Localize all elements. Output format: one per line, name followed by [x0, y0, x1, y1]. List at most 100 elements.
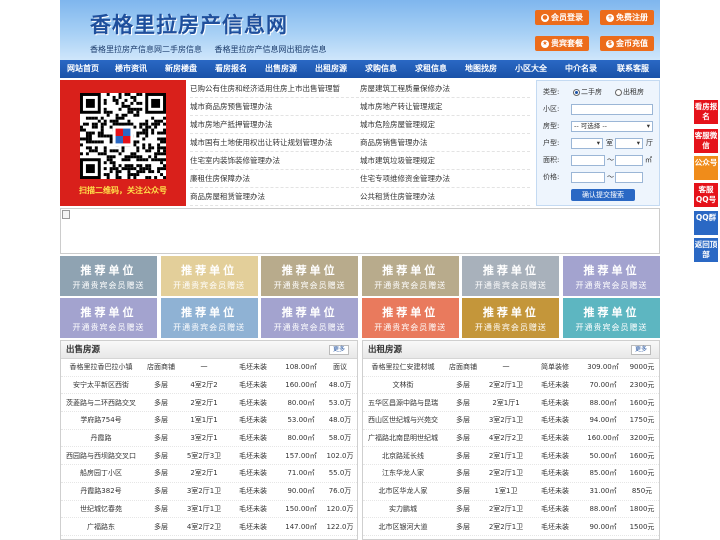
price-min-input[interactable] [571, 172, 605, 183]
price-max-input[interactable] [615, 172, 643, 183]
listing-row[interactable]: 香格里拉仁安建材城 店面商铺 一 简单装修 309.00㎡ 9000元 [363, 359, 659, 377]
nav-item[interactable]: 看房报名 [206, 60, 256, 78]
nav-item[interactable]: 出售房源 [256, 60, 306, 78]
listing-row[interactable]: 广福路北南昆明世纪城 多层 4室2厅2卫 毛坯未装 160.00㎡ 3200元 [363, 430, 659, 448]
float-button[interactable]: QQ群 [694, 211, 718, 235]
policy-link[interactable]: 房屋建筑工程质量保修办法 [360, 80, 530, 97]
listing-row[interactable]: 北市区华龙人家 多层 1室1卫 毛坯未装 31.00㎡ 850元 [363, 483, 659, 501]
hall-select[interactable]: ▾ [615, 138, 643, 149]
recommended-unit-tile[interactable]: 推荐单位 开通贵宾会员赠送 [160, 256, 258, 296]
policy-link[interactable]: 城市商品房预售管理办法 [190, 98, 360, 115]
listing-row[interactable]: 茨菱路与二环西路交叉 多层 2室2厅1 毛坯未装 80.00㎡ 53.0万 [61, 394, 357, 413]
nav-item[interactable]: 新房楼盘 [156, 60, 206, 78]
listing-row[interactable]: 船房园丁小区 多层 2室2厅1 毛坯未装 71.00㎡ 55.0万 [61, 465, 357, 483]
policy-link[interactable]: 城市国有土地使用权出让转让规划管理办法 [190, 134, 360, 151]
area-max-input[interactable] [615, 155, 643, 166]
listing-cell[interactable]: 茨菱路与二环西路交叉 [61, 398, 141, 408]
listing-cell[interactable]: 安宁太平新区西街 [61, 380, 141, 390]
site-logo-title[interactable]: 香格里拉房产信息网 [90, 9, 288, 39]
register-button[interactable]: + 免费注册 [600, 10, 654, 25]
listing-cell[interactable]: 西园路与西坝路交叉口 [61, 451, 141, 461]
recommended-unit-tile[interactable]: 推荐单位 开通贵宾会员赠送 [60, 256, 157, 296]
listing-cell[interactable]: 丹霞路382号 [61, 486, 141, 496]
room-select[interactable]: ▾ [571, 138, 603, 149]
listing-row[interactable]: 北市区银河大道 多层 2室2厅1卫 毛坯未装 90.00㎡ 1500元 [363, 518, 659, 536]
policy-link[interactable]: 廉租住房保障办法 [190, 170, 360, 187]
rent-more-button[interactable]: 更多 [631, 345, 651, 355]
listing-cell[interactable]: 世纪城忆春苑 [61, 504, 141, 514]
listing-cell[interactable]: 西山区世纪城与兴苑交 [363, 415, 443, 425]
nav-item[interactable]: 楼市资讯 [106, 60, 156, 78]
nav-item[interactable]: 求租信息 [406, 60, 456, 78]
policy-link[interactable]: 商品房销售管理办法 [360, 134, 530, 151]
recommended-unit-tile[interactable]: 推荐单位 开通贵宾会员赠送 [261, 298, 359, 338]
policy-link[interactable]: 城市危险房屋管理规定 [360, 116, 530, 133]
listing-row[interactable]: 世纪城忆春苑 多层 3室1厅1卫 毛坯未装 150.00㎡ 120.0万 [61, 501, 357, 519]
recommended-unit-tile[interactable]: 推荐单位 开通贵宾会员赠送 [361, 298, 459, 338]
listing-row[interactable]: 北京路延长线 多层 2室1厅1卫 毛坯未装 50.00㎡ 1600元 [363, 447, 659, 466]
recommended-unit-tile[interactable]: 推荐单位 开通贵宾会员赠送 [462, 256, 560, 296]
recommended-unit-tile[interactable]: 推荐单位 开通贵宾会员赠送 [160, 298, 258, 338]
recommended-unit-tile[interactable]: 推荐单位 开通贵宾会员赠送 [462, 298, 560, 338]
policy-link[interactable]: 已购公有住房和经济适用住房上市出售管理暂 [190, 80, 360, 97]
recommended-unit-tile[interactable]: 推荐单位 开通贵宾会员赠送 [361, 256, 459, 296]
policy-link[interactable]: 城市房地产抵押管理办法 [190, 116, 360, 133]
float-button[interactable]: 公众号 [694, 156, 718, 180]
listing-cell[interactable]: 香格里拉仁安建材城 [363, 362, 443, 372]
listing-cell[interactable]: 广福路东 [61, 522, 141, 532]
float-button[interactable]: 客服微信 [694, 129, 718, 153]
nav-item[interactable]: 出租房源 [306, 60, 356, 78]
nav-item[interactable]: 网站首页 [60, 60, 106, 78]
search-submit-button[interactable]: 确认提交搜索 [571, 189, 635, 201]
listing-row[interactable]: 五华区昌源中路与昆瑞 多层 2室1厅1 毛坯未装 88.00㎡ 1600元 [363, 394, 659, 413]
subtitle-link-sale[interactable]: 香格里拉房产信息网二手房信息 [90, 45, 202, 54]
nav-item[interactable]: 地图找房 [456, 60, 506, 78]
policy-link[interactable]: 商品房屋租赁管理办法 [190, 188, 360, 205]
policy-link[interactable]: 城市建筑垃圾管理规定 [360, 152, 530, 169]
listing-cell[interactable]: 江东华龙人家 [363, 468, 443, 478]
listing-row[interactable]: 丹霞路 多层 3室2厅1 毛坯未装 80.00㎡ 58.0万 [61, 430, 357, 448]
policy-link[interactable]: 城市房地产转让管理规定 [360, 98, 530, 115]
listing-row[interactable]: 广福路东 多层 4室2厅2卫 毛坯未装 147.00㎡ 122.0万 [61, 518, 357, 536]
float-button[interactable]: 返回顶部 [694, 238, 718, 262]
listing-cell[interactable]: 丹霞路 [61, 433, 141, 443]
sale-more-button[interactable]: 更多 [329, 345, 349, 355]
recommended-unit-tile[interactable]: 推荐单位 开通贵宾会员赠送 [261, 256, 359, 296]
nav-item[interactable]: 小区大全 [506, 60, 556, 78]
community-input[interactable] [571, 104, 653, 115]
listing-cell[interactable]: 船房园丁小区 [61, 468, 141, 478]
policy-link[interactable]: 住宅专项维修资金管理办法 [360, 170, 530, 187]
float-button[interactable]: 看房报名 [694, 100, 718, 124]
listing-cell[interactable]: 北京路延长线 [363, 451, 443, 461]
nav-item[interactable]: 中介名录 [556, 60, 606, 78]
listing-cell[interactable]: 香格里拉香巴拉小镇 [61, 362, 141, 372]
ad-banner[interactable] [60, 208, 660, 254]
area-min-input[interactable] [571, 155, 605, 166]
recommended-unit-tile[interactable]: 推荐单位 开通贵宾会员赠送 [60, 298, 157, 338]
policy-link[interactable]: 住宅室内装饰装修管理办法 [190, 152, 360, 169]
listing-row[interactable]: 文林街 多层 2室2厅1卫 毛坯未装 70.00㎡ 2300元 [363, 377, 659, 395]
coin-recharge-button[interactable]: $ 金币充值 [600, 36, 654, 51]
recommended-unit-tile[interactable]: 推荐单位 开通贵宾会员赠送 [563, 256, 660, 296]
listing-row[interactable]: 西园路与西坝路交叉口 多层 5室2厅3卫 毛坯未装 157.00㎡ 102.0万 [61, 447, 357, 466]
nav-item[interactable]: 求购信息 [356, 60, 406, 78]
listing-row[interactable]: 西山区世纪城与兴苑交 多层 3室2厅1卫 毛坯未装 94.00㎡ 1750元 [363, 412, 659, 430]
listing-cell[interactable]: 北市区银河大道 [363, 522, 443, 532]
type-option-sale[interactable]: 二手房 [573, 86, 602, 98]
recommended-unit-tile[interactable]: 推荐单位 开通贵宾会员赠送 [563, 298, 660, 338]
listing-row[interactable]: 实力鹏城 多层 2室2厅1卫 毛坯未装 88.00㎡ 1800元 [363, 501, 659, 519]
listing-row[interactable]: 丹霞路382号 多层 3室2厅1卫 毛坯未装 90.00㎡ 76.0万 [61, 483, 357, 501]
listing-cell[interactable]: 五华区昌源中路与昆瑞 [363, 398, 443, 408]
policy-link[interactable]: 公共租赁住房管理办法 [360, 188, 530, 205]
house-type-select[interactable]: -- 可选择 -- ▾ [571, 121, 653, 132]
type-option-rent[interactable]: 出租房 [615, 86, 644, 98]
listing-cell[interactable]: 文林街 [363, 380, 443, 390]
vip-package-button[interactable]: ★ 贵宾套餐 [535, 36, 589, 51]
login-button[interactable]: ● 会员登录 [535, 10, 589, 25]
listing-row[interactable]: 江东华龙人家 多层 2室2厅1卫 毛坯未装 85.00㎡ 1600元 [363, 465, 659, 483]
listing-cell[interactable]: 学府路754号 [61, 415, 141, 425]
float-button[interactable]: 客服QQ号 [694, 183, 718, 207]
listing-row[interactable]: 安宁太平新区西街 多层 4室2厅2 毛坯未装 160.00㎡ 48.0万 [61, 377, 357, 395]
listing-cell[interactable]: 北市区华龙人家 [363, 486, 443, 496]
nav-item[interactable]: 联系客服 [606, 60, 660, 78]
